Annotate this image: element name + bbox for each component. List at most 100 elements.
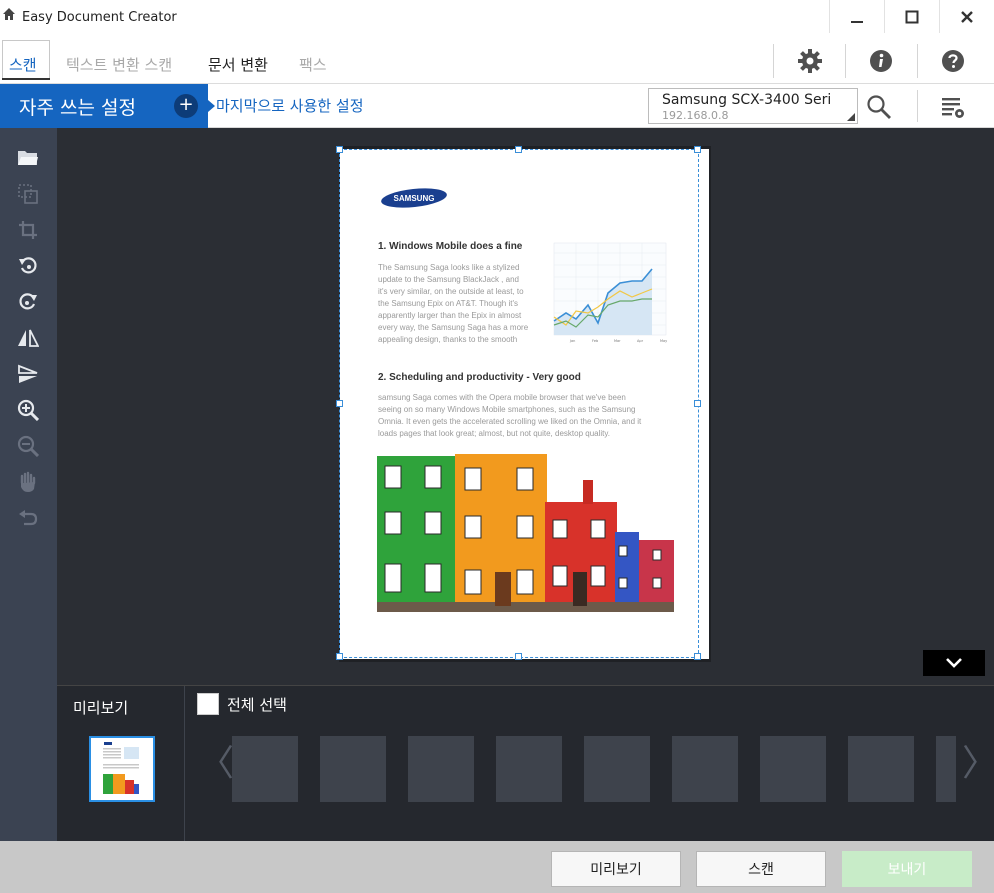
maximize-icon xyxy=(905,10,919,23)
pan-button[interactable] xyxy=(14,468,42,496)
add-favorite-button[interactable]: + xyxy=(174,94,198,118)
scroll-left-button[interactable]: 〈 xyxy=(198,744,234,784)
paragraph-line: appealing design, thanks to the smooth xyxy=(378,335,518,344)
minimize-button[interactable] xyxy=(829,0,884,33)
paragraph-line: loads pages that look great; almost, but… xyxy=(378,429,610,438)
paragraph-line: Omnia. It even gets the accelerated scro… xyxy=(378,417,642,426)
favorites-bar: 자주 쓰는 설정 + 마지막으로 사용한 설정 Samsung SCX-3400… xyxy=(0,84,994,128)
empty-page-slot xyxy=(496,736,562,802)
window-title: Easy Document Creator xyxy=(22,10,177,25)
toolbar-separator xyxy=(773,44,774,78)
settings-button[interactable] xyxy=(775,44,845,78)
zoom-in-button[interactable] xyxy=(14,396,42,424)
close-button[interactable] xyxy=(939,0,994,33)
chart-x-label: Mar xyxy=(614,339,621,343)
zoom-in-icon xyxy=(17,399,39,421)
dropdown-corner-icon xyxy=(847,113,855,121)
preview-button[interactable]: 미리보기 xyxy=(551,851,681,887)
article-heading-2: 2. Scheduling and productivity - Very go… xyxy=(378,372,581,383)
home-icon xyxy=(3,8,15,20)
chart-x-label: Apr xyxy=(637,339,644,343)
flip-vertical-icon xyxy=(18,364,38,383)
undo-button[interactable] xyxy=(14,504,42,532)
action-bar: 미리보기 스캔 보내기 xyxy=(0,841,994,893)
crop-button[interactable] xyxy=(14,216,42,244)
paragraph-line: every way, the Samsung Saga has a more xyxy=(378,323,529,332)
maximize-button[interactable] xyxy=(884,0,939,33)
paragraph-line: seeing on so many Windows Mobile smartph… xyxy=(378,405,636,414)
empty-page-slot xyxy=(320,736,386,802)
paragraph-line: samsung Saga comes with the Opera mobile… xyxy=(378,393,626,402)
tab-bar: 스캔 텍스트 변환 스캔 문서 변환 팩스 xyxy=(0,36,994,84)
paragraph-line: update to the Samsung BlackJack , and xyxy=(378,275,519,284)
empty-page-slot xyxy=(584,736,650,802)
info-button[interactable] xyxy=(846,44,916,78)
close-icon xyxy=(961,10,973,23)
favorite-settings-label: 자주 쓰는 설정 xyxy=(19,97,136,119)
zoom-out-button[interactable] xyxy=(14,432,42,460)
rotate-left-icon xyxy=(19,257,37,274)
chart-x-label: May xyxy=(660,339,667,343)
svg-text:SAMSUNG: SAMSUNG xyxy=(394,194,435,203)
info-icon xyxy=(870,50,892,72)
tool-sidebar xyxy=(0,128,57,841)
strip-divider xyxy=(184,686,185,842)
last-used-settings-link[interactable]: 마지막으로 사용한 설정 xyxy=(216,95,364,116)
open-file-button[interactable] xyxy=(14,144,42,172)
search-icon xyxy=(867,95,891,119)
samsung-logo: SAMSUNG xyxy=(381,188,447,208)
paragraph-line: apparently larger than the Epix in almos… xyxy=(378,311,522,320)
device-ip: 192.168.0.8 xyxy=(662,109,729,122)
flip-horizontal-icon xyxy=(18,329,39,347)
rotate-left-button[interactable] xyxy=(14,252,42,280)
rotate-right-button[interactable] xyxy=(14,288,42,316)
collapse-preview-button[interactable] xyxy=(923,650,985,676)
rotate-right-icon xyxy=(19,293,37,310)
empty-page-slot xyxy=(232,736,298,802)
help-icon xyxy=(942,50,964,72)
list-settings-icon xyxy=(942,98,964,118)
flip-horizontal-button[interactable] xyxy=(14,324,42,352)
help-button[interactable] xyxy=(918,44,988,78)
colorful-houses-photo xyxy=(377,454,674,612)
preview-label: 미리보기 xyxy=(73,699,129,717)
favorite-settings-button[interactable]: 자주 쓰는 설정 + xyxy=(0,84,208,128)
paragraph-line: it's very similar, on the outside at lea… xyxy=(378,287,524,296)
tab-ocr-scan[interactable]: 텍스트 변환 스캔 xyxy=(66,54,172,75)
crop-icon xyxy=(19,221,37,239)
article-line-chart: Jan Feb Mar Apr May xyxy=(553,242,667,343)
empty-page-slot xyxy=(408,736,474,802)
gear-icon xyxy=(798,49,822,73)
empty-page-slot xyxy=(848,736,914,802)
device-select[interactable]: Samsung SCX-3400 Seri 192.168.0.8 xyxy=(648,88,858,124)
device-search-button[interactable] xyxy=(862,90,896,124)
chevron-down-icon xyxy=(946,658,962,668)
preview-thumbnail[interactable] xyxy=(89,736,155,802)
auto-select-icon xyxy=(18,184,38,204)
paragraph-line: the Samsung Epix on AT&T. Though it's xyxy=(378,299,518,308)
scan-button[interactable]: 스캔 xyxy=(696,851,826,887)
paragraph-line: The Samsung Saga looks like a stylized xyxy=(378,263,520,272)
scan-canvas[interactable]: SAMSUNG 1. Windows Mobile does a fine Th… xyxy=(57,128,994,685)
scan-options-button[interactable] xyxy=(936,90,970,124)
favorites-separator xyxy=(917,90,918,122)
tab-fax[interactable]: 팩스 xyxy=(299,54,327,75)
tab-scan[interactable]: 스캔 xyxy=(9,54,37,75)
chart-x-label: Feb xyxy=(592,339,599,343)
select-all-checkbox[interactable] xyxy=(197,693,219,715)
undo-icon xyxy=(19,510,38,526)
page-thumbnail-image xyxy=(91,738,153,800)
tab-document-convert[interactable]: 문서 변환 xyxy=(208,54,268,75)
hand-pan-icon xyxy=(20,471,36,492)
zoom-out-icon xyxy=(17,435,39,457)
device-name: Samsung SCX-3400 Seri xyxy=(662,92,832,108)
empty-page-slot xyxy=(936,736,956,802)
article-heading-1: 1. Windows Mobile does a fine xyxy=(378,241,523,252)
chart-x-label: Jan xyxy=(569,339,575,343)
scroll-right-button[interactable]: 〉 xyxy=(962,744,994,784)
scanned-page: SAMSUNG 1. Windows Mobile does a fine Th… xyxy=(340,149,709,659)
flip-vertical-button[interactable] xyxy=(14,360,42,388)
auto-select-button[interactable] xyxy=(14,180,42,208)
send-button[interactable]: 보내기 xyxy=(842,851,972,887)
minimize-icon xyxy=(851,20,863,23)
